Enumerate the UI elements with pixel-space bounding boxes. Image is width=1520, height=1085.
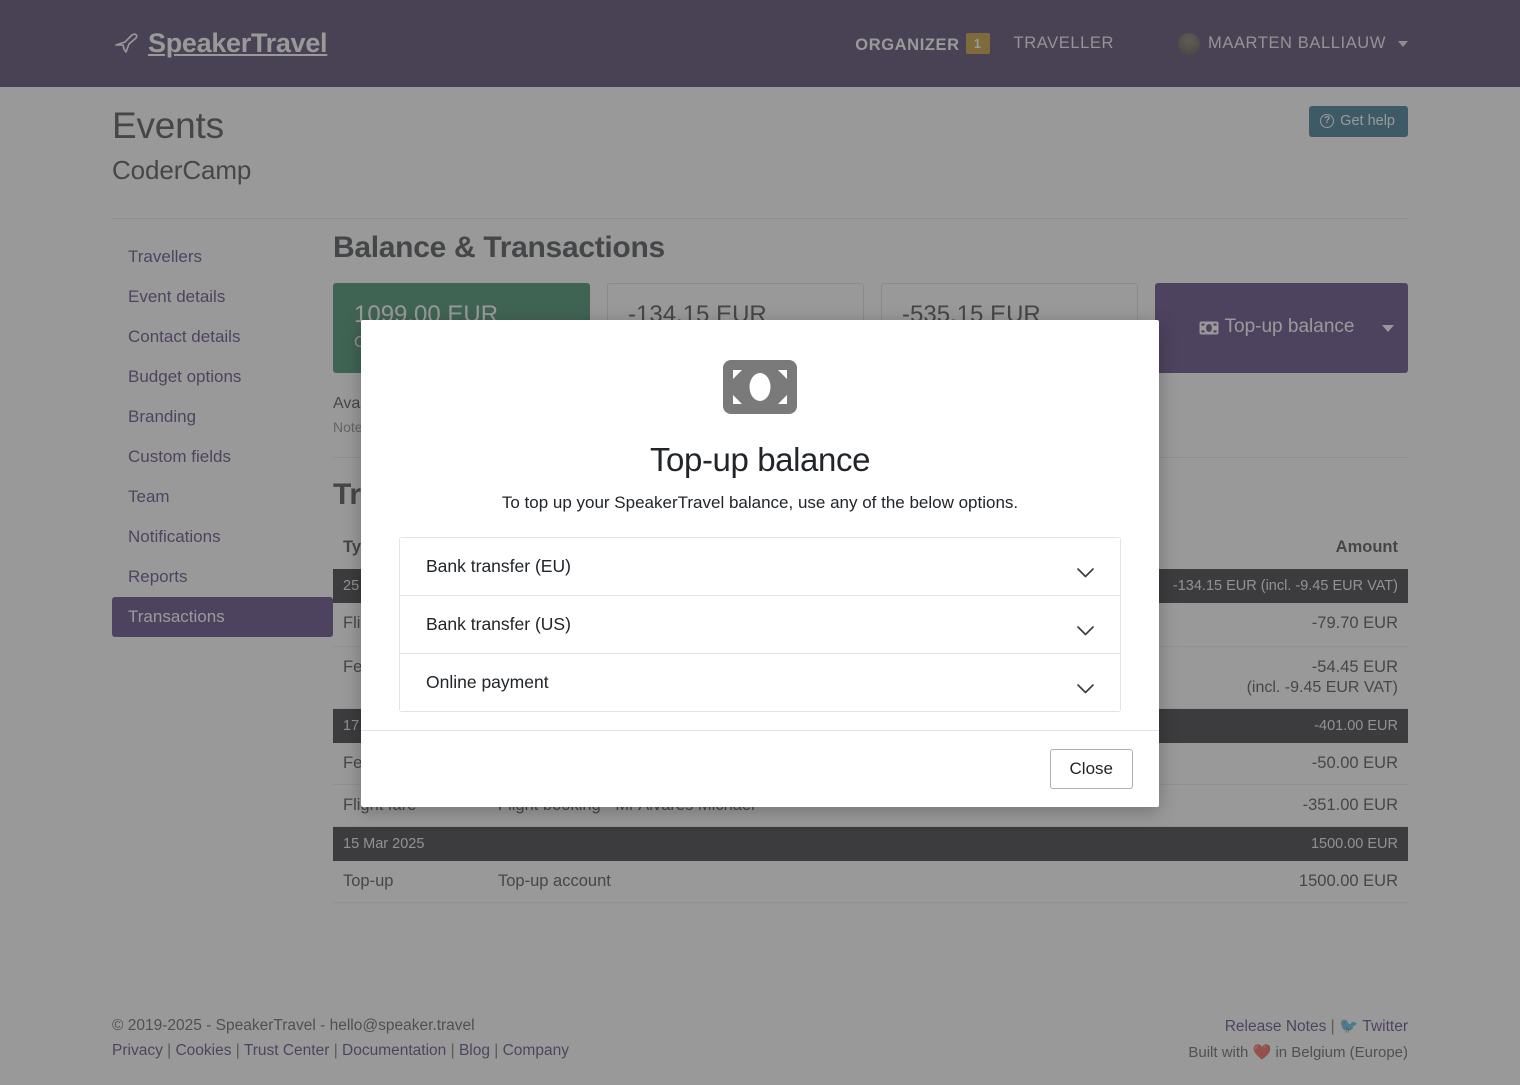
accordion-label-bank-transfer-us: Bank transfer (US) — [426, 614, 1077, 635]
accordion-header-bank-transfer-us[interactable]: Bank transfer (US) — [400, 596, 1120, 653]
close-button[interactable]: Close — [1050, 749, 1133, 789]
accordion-item-bank-transfer-us: Bank transfer (US) — [400, 596, 1120, 654]
app-root: SpeakerTravel ORGANIZER1 TRAVELLER MAART… — [0, 0, 1520, 1085]
accordion-header-bank-transfer-eu[interactable]: Bank transfer (EU) — [400, 538, 1120, 595]
accordion-label-bank-transfer-eu: Bank transfer (EU) — [426, 556, 1077, 577]
modal-title: Top-up balance — [399, 441, 1121, 479]
topup-options-accordion: Bank transfer (EU) Bank transfer (US) — [399, 537, 1121, 712]
money-icon — [723, 360, 797, 419]
chevron-down-icon — [1077, 678, 1094, 688]
modal-footer: Close — [361, 730, 1159, 807]
accordion-label-online-payment: Online payment — [426, 672, 1077, 693]
chevron-down-icon — [1077, 562, 1094, 572]
chevron-down-icon — [1077, 620, 1094, 630]
accordion-header-online-payment[interactable]: Online payment — [400, 654, 1120, 711]
accordion-item-online-payment: Online payment — [400, 654, 1120, 711]
modal-body: Top-up balance To top up your SpeakerTra… — [361, 320, 1159, 712]
topup-balance-modal: Top-up balance To top up your SpeakerTra… — [361, 320, 1159, 807]
modal-icon-wrap — [399, 360, 1121, 419]
accordion-item-bank-transfer-eu: Bank transfer (EU) — [400, 538, 1120, 596]
modal-description: To top up your SpeakerTravel balance, us… — [399, 493, 1121, 513]
